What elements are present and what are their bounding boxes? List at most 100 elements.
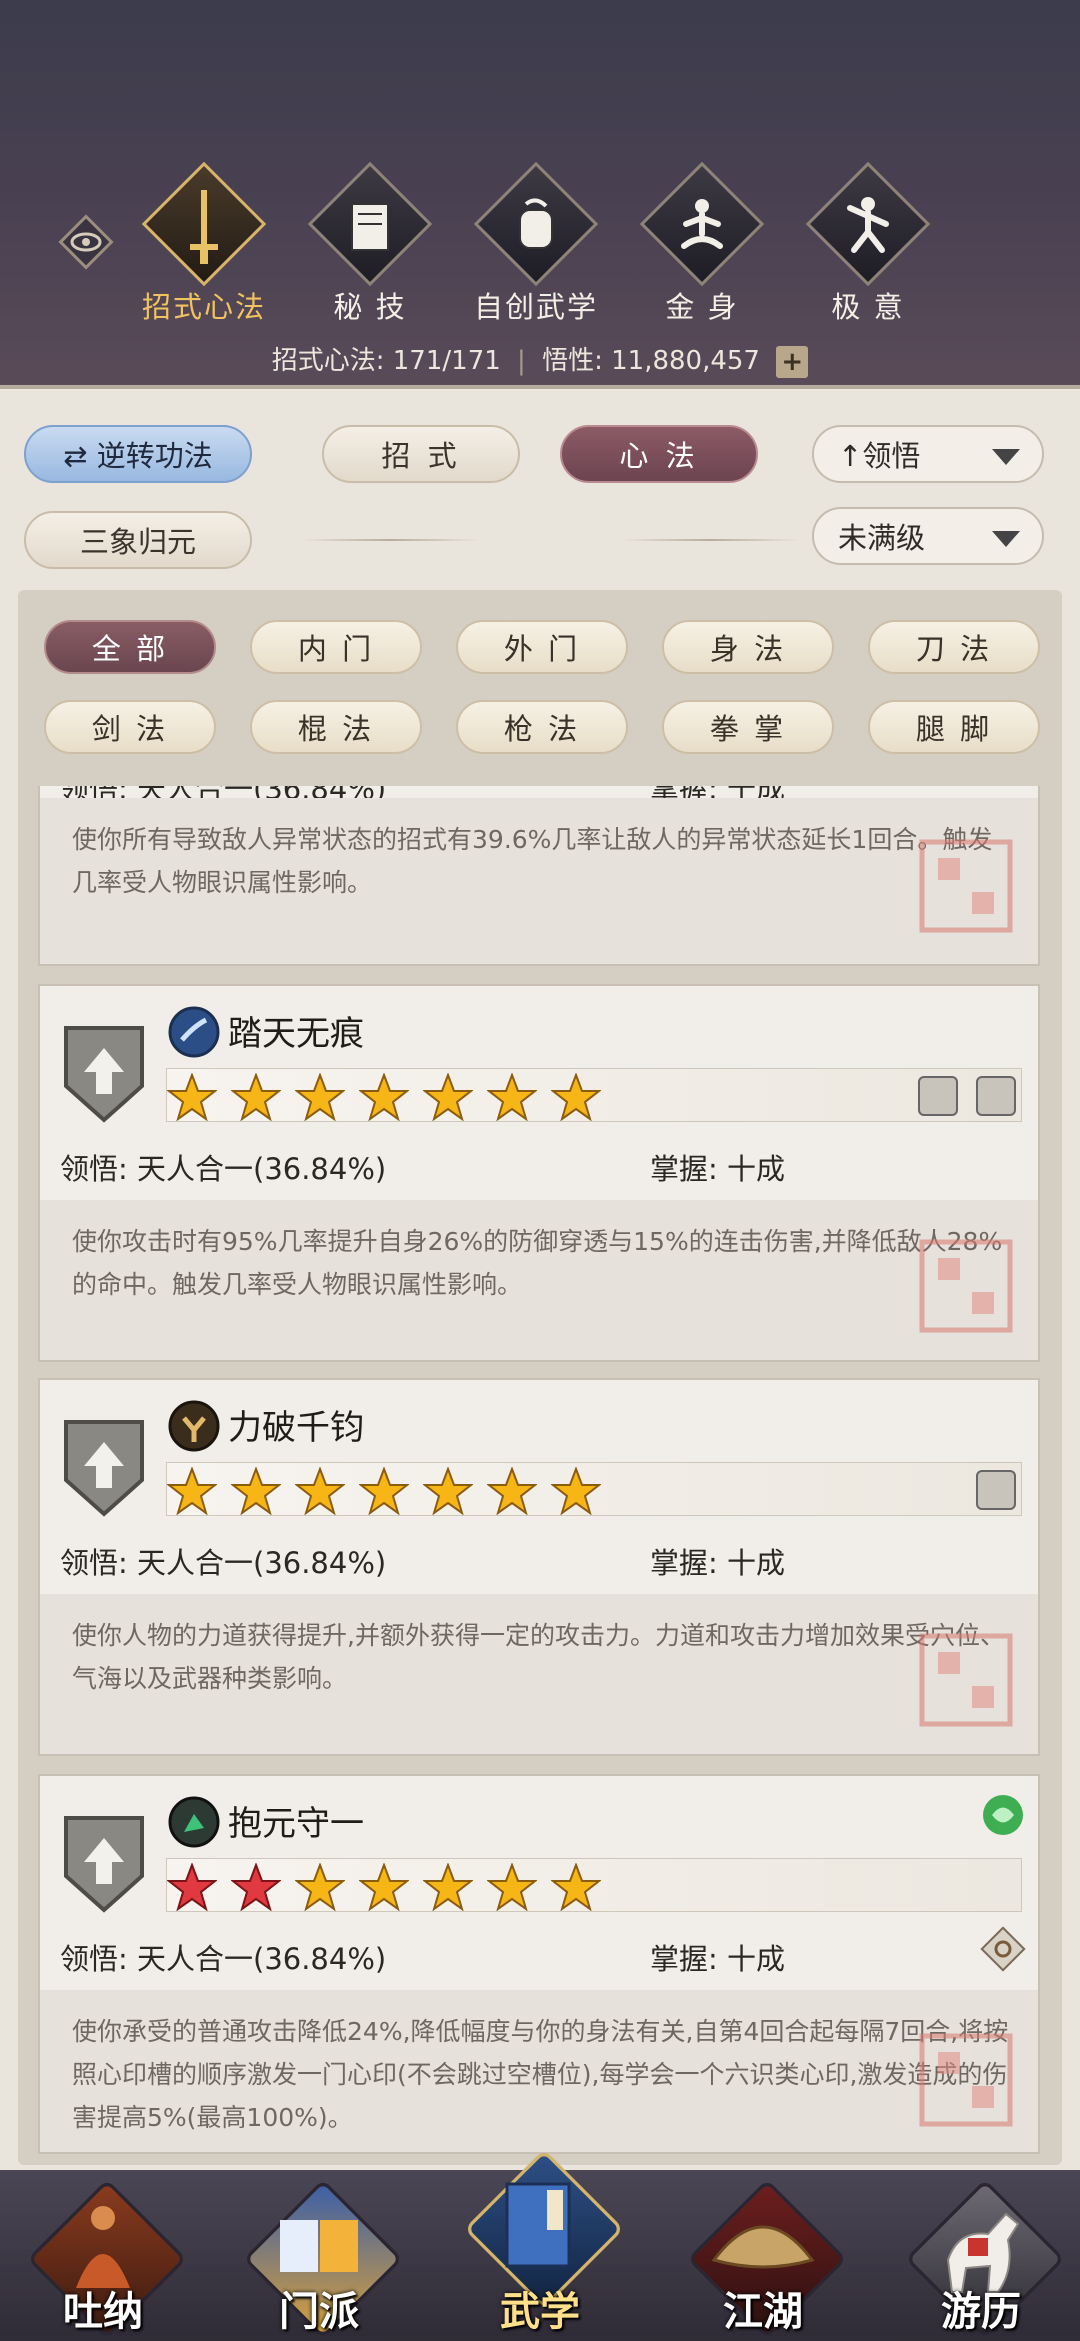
tab-moves[interactable]: 招 式: [322, 425, 520, 483]
star-rating: [166, 1462, 1022, 1516]
stats-line: 招式心法: 171/171 | 悟性: 11,880,457 +: [0, 340, 1080, 378]
tab-mind-method[interactable]: 心 法: [560, 425, 758, 483]
chevron-down-icon: [992, 531, 1020, 547]
sort-dropdown[interactable]: ↑领悟: [812, 425, 1044, 483]
moves-count-label: 招式心法:: [271, 346, 385, 376]
tab-ultimate[interactable]: 极 意: [798, 161, 938, 326]
nav-meditate[interactable]: 吐纳: [26, 2178, 188, 2341]
mastery-value: 十成: [727, 1546, 786, 1580]
tab-self-created[interactable]: 自创武学: [466, 161, 606, 326]
category-label: 自创武学: [473, 290, 598, 324]
star-icon: [487, 1073, 537, 1121]
nav-jianghu[interactable]: 江湖: [686, 2178, 848, 2341]
add-insight-button[interactable]: +: [776, 345, 809, 378]
upgrade-shield-icon[interactable]: [62, 1418, 146, 1518]
eye-icon[interactable]: [54, 210, 118, 274]
tab-golden-body[interactable]: 金 身: [632, 161, 772, 326]
star-icon: [487, 1863, 537, 1911]
skill-name: 踏天无痕: [228, 1014, 364, 1054]
filter-spear[interactable]: 枪 法: [456, 700, 628, 754]
upgrade-shield-icon[interactable]: [62, 1814, 146, 1914]
category-label: 秘 技: [333, 290, 407, 324]
banner-icon: [280, 2220, 358, 2272]
star-icon: [423, 1073, 473, 1121]
sanxiang-button[interactable]: 三象归元: [24, 511, 252, 569]
scroll-icon: [519, 198, 553, 249]
category-label: 金 身: [665, 290, 739, 324]
up-arrow-icon: ↑: [838, 439, 863, 473]
strength-icon: [168, 1400, 220, 1452]
skill-card[interactable]: 领悟: 天人合一(36.84%) 掌握: 十成 使你所有导致敌人异常状态的招式有…: [38, 786, 1040, 966]
skill-card[interactable]: 踏天无痕 领悟: 天人合一(36.84%) 掌握: 十成 使你攻击时有95%几率…: [38, 984, 1040, 1362]
chevron-down-icon: [992, 449, 1020, 465]
star-icon: [231, 1073, 281, 1121]
mastery-value: 十成: [727, 1942, 786, 1976]
nav-label: 吐纳: [63, 2288, 143, 2335]
filter-all[interactable]: 全 部: [44, 620, 216, 674]
manual-icon: [505, 2182, 571, 2268]
comprehension-value: 天人合一(36.84%): [137, 1942, 387, 1976]
seal-stamp-icon: [919, 839, 1013, 933]
star-icon: [551, 1863, 601, 1911]
star-icon: [487, 1467, 537, 1515]
mastery-value: 十成: [727, 1152, 786, 1186]
skill-card[interactable]: 力破千钧 领悟: 天人合一(36.84%) 掌握: 十成 使你人物的力道获得提升…: [38, 1378, 1040, 1756]
nav-sect[interactable]: 门派: [242, 2178, 404, 2341]
swirl-diamond-icon[interactable]: [980, 1926, 1026, 1972]
tab-moves-mind[interactable]: 招式心法: [134, 161, 274, 326]
skill-description: 使你承受的普通攻击降低24%,降低幅度与你的身法有关,自第4回合起每隔7回合,将…: [40, 1990, 1038, 2152]
star-icon: [295, 1863, 345, 1911]
mastery-label: 掌握:: [650, 1546, 718, 1580]
red-star-icon: [231, 1863, 281, 1911]
skill-type-icon: [976, 1076, 1016, 1116]
monk-icon: [76, 2206, 130, 2288]
comprehension-value: 天人合一(36.84%): [137, 1152, 387, 1186]
sword-icon: [190, 190, 218, 264]
filter-sword[interactable]: 剑 法: [44, 700, 216, 754]
insight-label: 悟性:: [542, 346, 603, 376]
skill-description: 使你所有导致敌人异常状态的招式有39.6%几率让敌人的异常状态延长1回合。触发几…: [40, 798, 1038, 964]
comprehension-value: 天人合一(36.84%): [137, 1546, 387, 1580]
level-dropdown[interactable]: 未满级: [812, 507, 1044, 565]
green-swirl-icon[interactable]: [980, 1792, 1026, 1838]
red-star-icon: [167, 1863, 217, 1911]
filter-staff[interactable]: 棍 法: [250, 700, 422, 754]
martial-stance-icon: [847, 197, 889, 253]
star-icon: [231, 1467, 281, 1515]
star-rating: [166, 1858, 1022, 1912]
meditation-icon: [681, 199, 723, 249]
skill-scroll-list[interactable]: 领悟: 天人合一(36.84%) 掌握: 十成 使你所有导致敌人异常状态的招式有…: [38, 786, 1040, 2156]
nav-label: 门派: [279, 2288, 359, 2335]
nav-label: 游历: [941, 2288, 1021, 2335]
tab-secret-skill[interactable]: 秘 技: [300, 161, 440, 326]
upgrade-shield-icon[interactable]: [62, 1024, 146, 1124]
nav-martial-arts[interactable]: 武学: [463, 2148, 625, 2341]
star-icon: [423, 1863, 473, 1911]
filter-movement[interactable]: 身 法: [662, 620, 834, 674]
star-icon: [167, 1073, 217, 1121]
skill-card[interactable]: 抱元守一 领悟: 天人合一(36.84%) 掌握: 十成 使你承受的普通攻击降低…: [38, 1774, 1040, 2154]
green-boot-icon: [168, 1796, 220, 1848]
nav-label: 江湖: [723, 2288, 803, 2335]
seal-stamp-icon: [919, 2033, 1013, 2127]
nav-travel[interactable]: 游历: [904, 2178, 1066, 2341]
star-icon: [423, 1467, 473, 1515]
mastery-label: 掌握:: [650, 1152, 718, 1186]
insight-value: 11,880,457: [611, 346, 760, 376]
filter-inner[interactable]: 内 门: [250, 620, 422, 674]
divider: [620, 539, 800, 541]
reverse-technique-button[interactable]: ⇄ 逆转功法: [24, 425, 252, 483]
swap-icon: ⇄: [63, 439, 97, 473]
star-rating: [166, 1068, 1022, 1122]
mastery-label: 掌握:: [650, 1942, 718, 1976]
filter-leg[interactable]: 腿 脚: [868, 700, 1040, 754]
skill-type-icon: [976, 1470, 1016, 1510]
skill-name: 力破千钧: [228, 1408, 364, 1448]
nav-label: 武学: [500, 2288, 580, 2335]
divider: [300, 539, 480, 541]
comprehension-label: 领悟:: [60, 1942, 128, 1976]
seal-stamp-icon: [919, 1239, 1013, 1333]
filter-outer[interactable]: 外 门: [456, 620, 628, 674]
filter-blade[interactable]: 刀 法: [868, 620, 1040, 674]
filter-fist[interactable]: 拳 掌: [662, 700, 834, 754]
